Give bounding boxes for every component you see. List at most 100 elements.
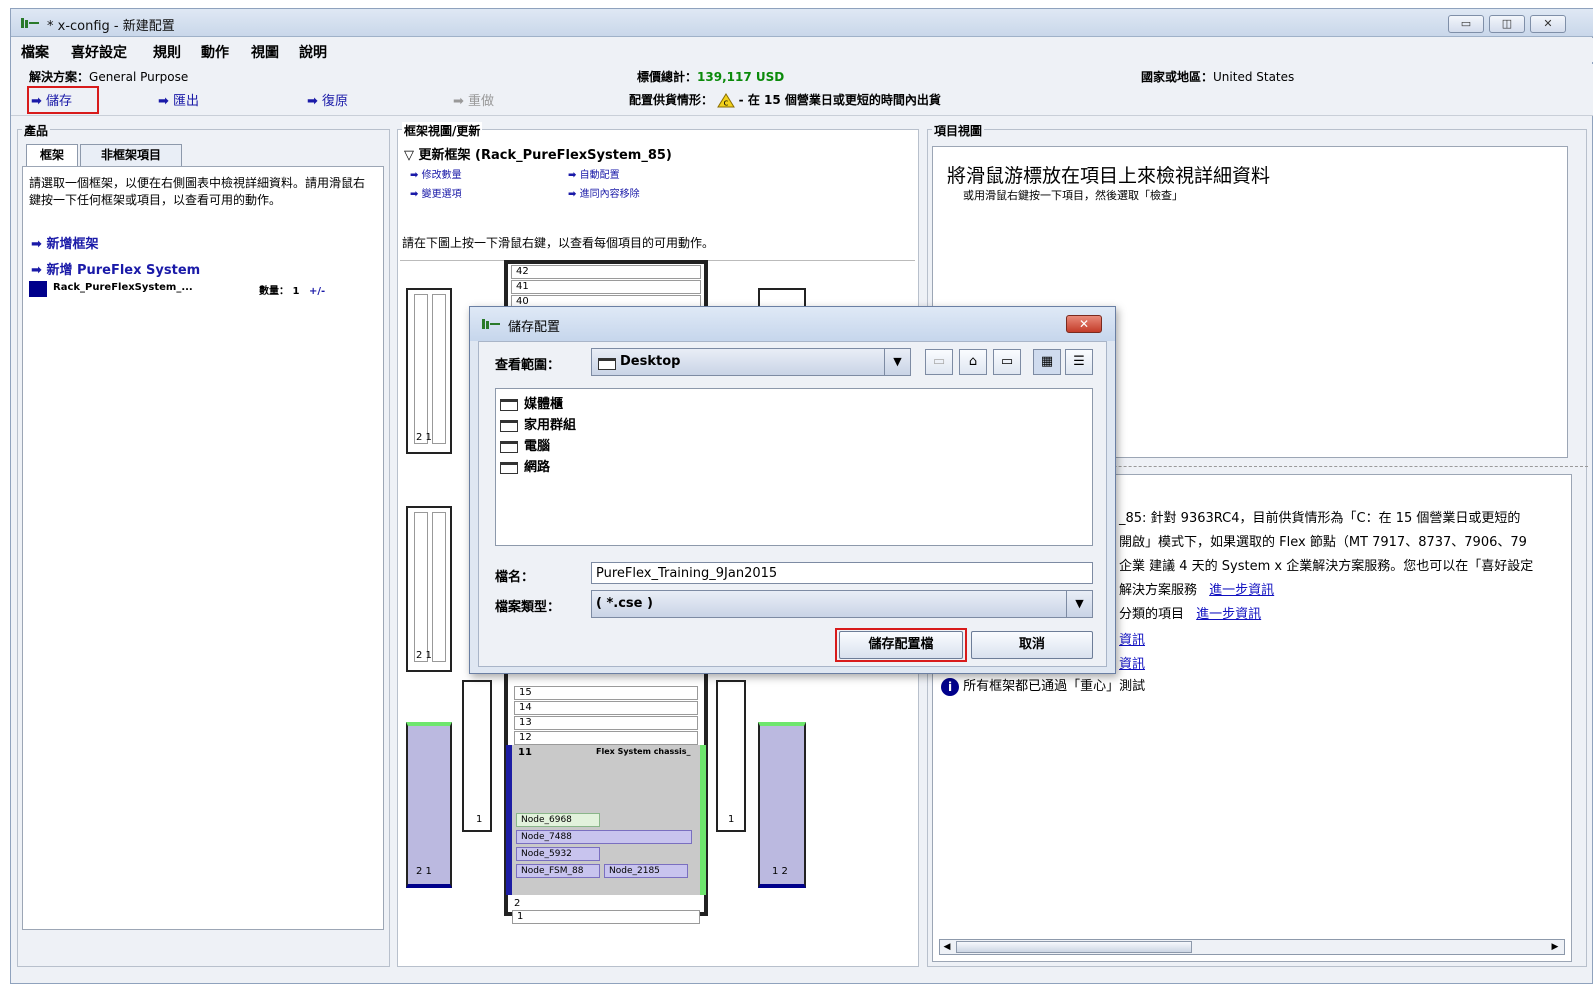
chevron-down-icon[interactable]: ▼ bbox=[1066, 591, 1092, 617]
arrow-right-icon: ➡ bbox=[568, 189, 577, 200]
price-value: 139,117 USD bbox=[697, 70, 785, 84]
save-link[interactable]: 儲存 bbox=[46, 94, 72, 109]
side-column-left[interactable]: 1 bbox=[462, 680, 492, 832]
menu-actions[interactable]: 動作 bbox=[201, 42, 229, 62]
price-label: 標價總計： bbox=[637, 70, 698, 84]
node-item[interactable]: Node_5932 bbox=[516, 847, 600, 861]
save-config-button[interactable]: 儲存配置檔 bbox=[839, 631, 963, 659]
node-item[interactable]: Node_FSM_88 bbox=[516, 864, 600, 878]
scrollbar-thumb[interactable] bbox=[956, 941, 1192, 953]
arrow-right-icon: ➡ bbox=[410, 189, 419, 200]
arrow-right-icon: ➡ bbox=[453, 94, 464, 109]
modify-qty-action[interactable]: ➡ 修改數量 bbox=[410, 166, 462, 181]
node-item[interactable]: Node_6968 bbox=[516, 813, 600, 827]
change-options-action[interactable]: ➡ 變更選項 bbox=[410, 185, 462, 200]
file-list-item[interactable]: 家用群組 bbox=[500, 414, 576, 433]
rack-slot[interactable]: 15 bbox=[514, 686, 698, 700]
redo-link[interactable]: 重做 bbox=[468, 94, 494, 109]
lookin-select[interactable]: Desktop ▼ bbox=[591, 348, 911, 376]
minimize-button[interactable]: ▭ bbox=[1448, 15, 1484, 33]
filename-input[interactable] bbox=[591, 562, 1093, 584]
node-item[interactable]: Node_2185 bbox=[604, 864, 688, 878]
more-info-link[interactable]: 進一步資訊 bbox=[1209, 583, 1274, 598]
products-list: 請選取一個框架，以便在右側圖表中檢視詳細資料。請用滑鼠右鍵按一下任何框架或項目，… bbox=[22, 166, 384, 930]
modify-qty-link[interactable]: 修改數量 bbox=[422, 170, 462, 181]
dialog-close-button[interactable]: ✕ bbox=[1066, 315, 1102, 333]
maximize-button[interactable]: ◫ bbox=[1489, 15, 1525, 33]
pdu-label: 2 1 bbox=[416, 650, 432, 661]
rack-slot[interactable]: 13 bbox=[514, 716, 698, 730]
rack-slot[interactable]: 42 bbox=[511, 265, 701, 279]
list-view-button[interactable]: ▦ bbox=[1033, 349, 1061, 375]
rack-item-name[interactable]: Rack_PureFlexSystem_... bbox=[53, 282, 193, 293]
supply-value: - 在 15 個營業日或更短的時間內出貨 bbox=[738, 93, 941, 107]
rack-slot[interactable]: 1 bbox=[509, 909, 703, 925]
tab-rack[interactable]: 框架 bbox=[26, 144, 78, 166]
chevron-down-icon[interactable]: ▼ bbox=[884, 349, 910, 375]
more-info-link[interactable]: 進一步資訊 bbox=[1196, 607, 1261, 622]
flex-chassis[interactable]: 11 Flex System chassis_ Node_6968 Node_7… bbox=[506, 745, 706, 895]
export-action[interactable]: ➡ 匯出 bbox=[158, 90, 199, 109]
node-item[interactable]: Node_7488 bbox=[516, 830, 692, 844]
pdu-strip bbox=[414, 294, 428, 444]
cancel-button[interactable]: 取消 bbox=[971, 631, 1093, 659]
auto-config-action[interactable]: ➡ 自動配置 bbox=[568, 166, 620, 181]
rack-slot[interactable]: 41 bbox=[511, 280, 701, 294]
close-button[interactable]: ✕ bbox=[1530, 15, 1566, 33]
file-list-item[interactable]: 網路 bbox=[500, 456, 550, 475]
pdu-left-top[interactable]: 2 1 bbox=[406, 288, 452, 454]
pdu-left-bottom[interactable]: 2 1 bbox=[406, 722, 452, 888]
details-view-button[interactable]: ☰ bbox=[1065, 349, 1093, 375]
change-options-link[interactable]: 變更選項 bbox=[422, 189, 462, 200]
rack-view-legend: 框架視圖/更新 bbox=[402, 122, 483, 139]
up-folder-button[interactable]: ▭ bbox=[925, 349, 953, 375]
file-list[interactable]: 媒體櫃 家用群組 電腦 網路 bbox=[495, 388, 1093, 546]
rack-slot-label: 2 bbox=[514, 898, 521, 909]
scroll-right-icon[interactable]: ▶ bbox=[1548, 940, 1562, 954]
add-rack-link[interactable]: 新增框架 bbox=[46, 237, 98, 252]
export-link[interactable]: 匯出 bbox=[173, 94, 199, 109]
save-action[interactable]: ➡ 儲存 bbox=[31, 90, 72, 109]
dialog-title: 儲存配置 bbox=[508, 320, 561, 335]
rack-slot[interactable]: 12 bbox=[514, 731, 698, 745]
menu-file[interactable]: 檔案 bbox=[21, 42, 49, 62]
remove-contents-link[interactable]: 進同內容移除 bbox=[580, 189, 640, 200]
pdu-right-bottom[interactable]: 1 2 bbox=[758, 722, 806, 888]
side-label: 1 bbox=[476, 814, 483, 825]
scroll-left-icon[interactable]: ◀ bbox=[940, 940, 954, 954]
home-button[interactable]: ⌂ bbox=[959, 349, 987, 375]
horizontal-scrollbar[interactable]: ◀ ▶ bbox=[939, 939, 1565, 955]
file-list-item[interactable]: 電腦 bbox=[500, 435, 550, 454]
undo-action[interactable]: ➡ 復原 bbox=[307, 90, 348, 109]
summary-bar: 解決方案：General Purpose 標價總計：139,117 USD 國家… bbox=[11, 64, 1593, 116]
undo-link[interactable]: 復原 bbox=[322, 94, 348, 109]
qty-label: 數量： bbox=[259, 286, 289, 297]
supply-info: 配置供貨情形： c - 在 15 個營業日或更短的時間內出貨 bbox=[629, 91, 941, 109]
message-line: 解決方案服務 進一步資訊 bbox=[1119, 579, 1274, 598]
more-info-link[interactable]: 資訊 bbox=[1119, 629, 1145, 648]
filetype-select[interactable]: ( *.cse ) ▼ bbox=[591, 590, 1093, 618]
info-icon: i bbox=[941, 677, 959, 696]
remove-contents-action[interactable]: ➡ 進同內容移除 bbox=[568, 185, 640, 200]
menu-rules[interactable]: 規則 bbox=[153, 42, 181, 62]
update-rack-header[interactable]: ▽ 更新框架 (Rack_PureFlexSystem_85) bbox=[404, 144, 672, 163]
more-info-link[interactable]: 資訊 bbox=[1119, 653, 1145, 672]
menu-view[interactable]: 視圖 bbox=[251, 42, 279, 62]
add-pureflex-action[interactable]: ➡ 新增 PureFlex System bbox=[31, 259, 200, 278]
qty-adjust-link[interactable]: +/- bbox=[309, 286, 325, 297]
file-list-item[interactable]: 媒體櫃 bbox=[500, 393, 563, 412]
redo-action[interactable]: ➡ 重做 bbox=[453, 90, 494, 109]
pdu-left-mid[interactable]: 2 1 bbox=[406, 506, 452, 672]
menu-help[interactable]: 說明 bbox=[299, 42, 327, 62]
auto-config-link[interactable]: 自動配置 bbox=[580, 170, 620, 181]
menu-preferences[interactable]: 喜好設定 bbox=[71, 42, 127, 62]
rack-slot[interactable]: 14 bbox=[514, 701, 698, 715]
arrow-right-icon: ➡ bbox=[307, 94, 318, 109]
dialog-title-bar: 儲存配置 ✕ bbox=[470, 307, 1115, 341]
tab-non-rack[interactable]: 非框架項目 bbox=[80, 144, 182, 166]
side-column-right[interactable]: 1 bbox=[716, 680, 746, 832]
new-folder-button[interactable]: ▭ bbox=[993, 349, 1021, 375]
pdu-strip bbox=[414, 512, 428, 662]
add-pureflex-link[interactable]: 新增 PureFlex System bbox=[46, 263, 200, 278]
add-rack-action[interactable]: ➡ 新增框架 bbox=[31, 233, 98, 252]
